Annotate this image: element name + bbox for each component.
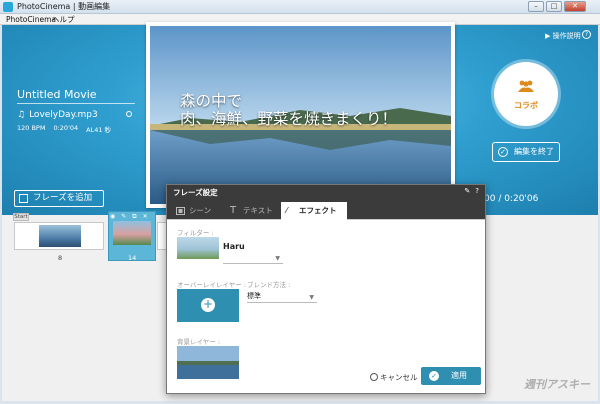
end-edit-button[interactable]: ✓ 編集を終了 <box>492 142 560 162</box>
caption-line-1: 森の中で <box>180 92 243 110</box>
clip-1-thumbnail <box>39 225 81 247</box>
pin-icon[interactable]: ✎ <box>464 187 470 195</box>
chevron-down-icon: ▼ <box>275 255 280 262</box>
collab-button[interactable]: コラボ <box>494 62 558 126</box>
app-icon <box>3 2 13 12</box>
preview-caption: 森の中で 肉、海鮮、野菜を焼きまくり！ <box>180 92 397 128</box>
clip-view-icon[interactable]: ◉ <box>110 213 115 221</box>
add-phrase-label: フレーズを追加 <box>33 193 93 203</box>
background-layer-thumbnail[interactable] <box>177 346 239 379</box>
check-icon: ✓ <box>498 147 508 157</box>
blend-method-label: ブレンド方法 : <box>247 281 291 289</box>
tab-text-label: テキスト <box>243 206 273 215</box>
clip-toolbar: ◉ ✎ ⧉ ✕ <box>110 213 148 221</box>
start-tag: Start <box>13 213 29 221</box>
dialog-title: フレーズ設定 <box>173 188 218 197</box>
title-underline <box>17 103 135 104</box>
preview-image[interactable]: 森の中で 肉、海鮮、野菜を焼きまくり！ <box>150 26 451 204</box>
timeline-clip-1[interactable] <box>14 222 104 250</box>
dialog-tabs: シーン T テキスト ⁄ エフェクト <box>167 200 485 220</box>
bpm-value: 120 BPM <box>17 124 46 132</box>
close-window-button[interactable]: ✕ <box>564 1 586 12</box>
dialog-header-icons: ✎ ? <box>464 187 479 195</box>
filter-label: フィルター : <box>177 229 214 237</box>
caption-line-2: 肉、海鮮、野菜を焼きまくり！ <box>180 110 398 128</box>
tab-scene[interactable]: シーン <box>171 202 223 220</box>
music-note-icon: ♫ <box>17 110 26 120</box>
filter-name: Haru <box>223 242 245 251</box>
watermark: 週刊アスキー <box>524 378 590 391</box>
tab-text[interactable]: T テキスト <box>225 202 281 220</box>
tab-effect-label: エフェクト <box>299 206 337 215</box>
time-readout: 00 / 0:20'06 <box>484 194 539 204</box>
window-titlebar: PhotoCinema | 動画編集 – □ ✕ <box>0 0 600 14</box>
dialog-header: フレーズ設定 ✎ ? <box>167 185 485 200</box>
dialog-help-icon[interactable]: ? <box>475 187 479 195</box>
bitrate-value: AL41 秒 <box>86 126 112 134</box>
music-settings-icon[interactable] <box>126 111 132 117</box>
music-track[interactable]: ♫ LovelyDay.mp3 <box>17 110 98 120</box>
add-overlay-button[interactable]: + <box>177 289 239 322</box>
apply-button[interactable]: ✓ 適用 <box>421 367 481 385</box>
music-meta: 120 BPM 0:20'04 AL41 秒 <box>17 124 111 134</box>
chevron-down-icon: ▼ <box>309 294 314 301</box>
menu-item-photocinema[interactable]: PhotoCinema <box>6 14 56 25</box>
phrase-settings-dialog: フレーズ設定 ✎ ? シーン T テキスト ⁄ エフェクト フィルター : Ha… <box>166 184 486 394</box>
clip-1-number: 8 <box>58 254 63 262</box>
end-edit-label: 編集を終了 <box>514 147 554 156</box>
cancel-button[interactable]: キャンセル <box>370 372 418 383</box>
duration-value: 0:20'04 <box>53 124 79 132</box>
magic-wand-icon: ⁄ <box>286 206 288 215</box>
music-file-name: LovelyDay.mp3 <box>29 110 98 120</box>
blend-method-select[interactable]: 標準 ▼ <box>247 291 317 303</box>
film-icon <box>176 207 185 215</box>
add-phrase-icon <box>19 194 28 203</box>
menu-item-help[interactable]: ヘルプ <box>52 14 75 25</box>
people-icon <box>518 80 534 92</box>
clip-edit-icon[interactable]: ✎ <box>121 213 126 221</box>
tab-scene-label: シーン <box>189 206 212 215</box>
blend-method-value: 標準 <box>247 292 261 300</box>
maximize-button[interactable]: □ <box>546 1 562 12</box>
collab-label: コラボ <box>514 101 538 110</box>
background-lake-image <box>177 346 239 379</box>
filter-thumbnail[interactable] <box>177 237 219 259</box>
minimize-button[interactable]: – <box>528 1 544 12</box>
clip-copy-icon[interactable]: ⧉ <box>132 213 136 221</box>
cancel-label: キャンセル <box>380 373 418 382</box>
text-t-icon: T <box>230 205 237 216</box>
window-title: PhotoCinema | 動画編集 <box>17 2 111 11</box>
help-link-label: 操作説明 <box>552 32 581 40</box>
clip-2-thumbnail <box>113 221 151 245</box>
apply-label: 適用 <box>451 371 467 380</box>
preview-frame: 森の中で 肉、海鮮、野菜を焼きまくり！ <box>146 22 455 208</box>
question-icon[interactable]: ? <box>582 30 591 39</box>
cancel-icon <box>370 373 378 381</box>
movie-title[interactable]: Untitled Movie <box>17 88 97 101</box>
check-icon: ✓ <box>429 371 439 381</box>
tab-effect[interactable]: ⁄ エフェクト <box>281 202 347 220</box>
overlay-layer-label: オーバーレイレイヤー : <box>177 281 246 289</box>
background-layer-label: 背景レイヤー : <box>177 338 221 346</box>
clip-delete-icon[interactable]: ✕ <box>143 213 148 221</box>
add-phrase-button[interactable]: フレーズを追加 <box>14 190 104 207</box>
help-link[interactable]: ▶ 操作説明 <box>545 31 581 41</box>
plus-icon: + <box>201 297 215 312</box>
clip-2-number: 14 <box>128 254 137 262</box>
filter-dropdown[interactable]: ▼ <box>223 252 283 264</box>
